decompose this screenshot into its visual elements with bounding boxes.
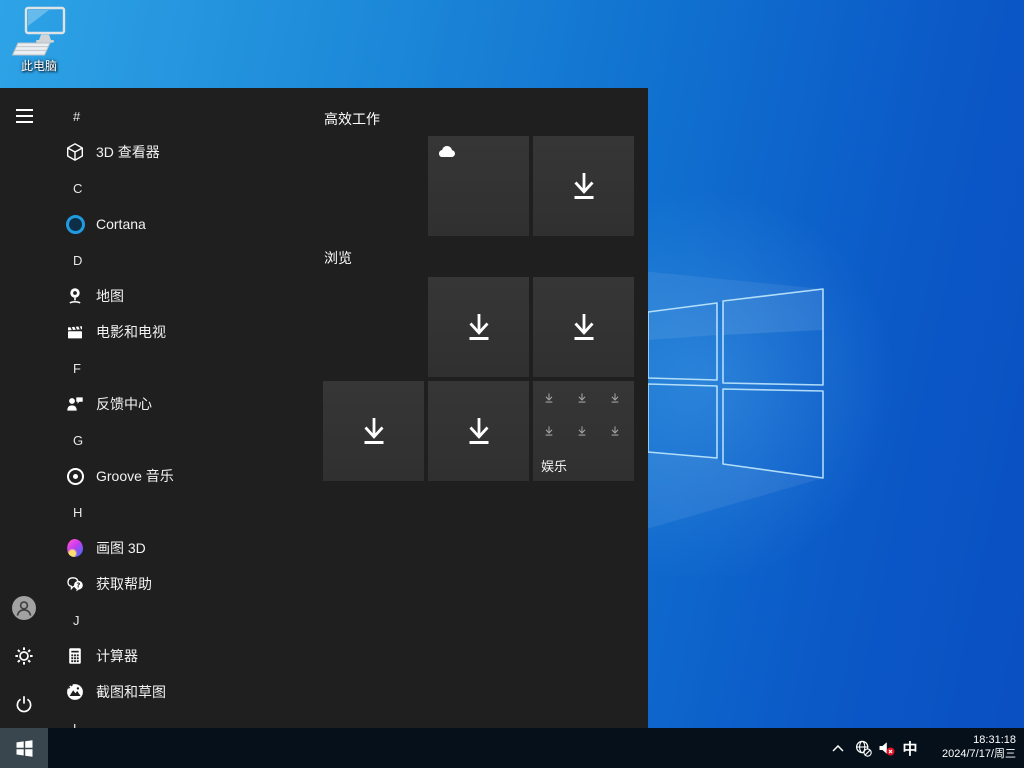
- app-item-movies-tv[interactable]: 电影和电视: [48, 314, 318, 350]
- tile-folder-entertainment[interactable]: 娱乐: [533, 381, 634, 481]
- volume-button[interactable]: [875, 728, 897, 768]
- onedrive-cloud-icon: [436, 143, 458, 165]
- app-item-cortana[interactable]: Cortana: [48, 206, 318, 242]
- volume-muted-icon: [878, 740, 895, 757]
- section-letter[interactable]: J: [73, 602, 133, 638]
- app-item-snip-sketch[interactable]: 截图和草图: [48, 674, 318, 710]
- settings-button[interactable]: [0, 632, 48, 680]
- this-pc-desktop-icon[interactable]: 此电脑: [8, 6, 70, 74]
- power-button[interactable]: [0, 680, 48, 728]
- start-button[interactable]: [0, 728, 48, 768]
- download-arrow-icon: [462, 414, 496, 448]
- desktop: 此电脑: [0, 0, 1024, 768]
- download-arrow-icon: [543, 425, 555, 437]
- download-arrow-icon: [357, 414, 391, 448]
- section-letter[interactable]: C: [73, 170, 133, 206]
- chevron-up-icon: [832, 745, 844, 752]
- app-label: 获取帮助: [96, 574, 152, 594]
- app-item-paint-3d[interactable]: 画图 3D: [48, 530, 318, 566]
- download-arrow-icon: [609, 392, 621, 404]
- tile-onedrive-pending[interactable]: [428, 136, 529, 236]
- tile-pending-download[interactable]: [428, 277, 529, 377]
- app-label: 地图: [96, 286, 124, 306]
- ime-indicator[interactable]: 中: [898, 728, 922, 768]
- feedback-hub-icon: [65, 394, 85, 414]
- section-letter[interactable]: H: [73, 494, 133, 530]
- download-arrow-icon: [576, 392, 588, 404]
- svg-text:?: ?: [76, 582, 80, 590]
- folder-tile-label: 娱乐: [541, 456, 567, 475]
- app-label: Cortana: [96, 216, 146, 232]
- app-item-groove-music[interactable]: Groove 音乐: [48, 458, 318, 494]
- snip-sketch-icon: [65, 682, 85, 702]
- clock-time: 18:31:18: [924, 733, 1016, 747]
- app-item-maps[interactable]: 地图: [48, 278, 318, 314]
- app-label: 截图和草图: [96, 682, 166, 702]
- maps-icon: [65, 286, 85, 306]
- 3d-viewer-icon: [65, 142, 85, 162]
- power-icon: [14, 694, 34, 714]
- app-label: 3D 查看器: [96, 142, 160, 162]
- tile-pending-download[interactable]: [323, 381, 424, 481]
- gear-icon: [14, 646, 34, 666]
- tile-pending-download[interactable]: [533, 136, 634, 236]
- app-label: 反馈中心: [96, 394, 152, 414]
- tile-pending-download[interactable]: [428, 381, 529, 481]
- tile-group-title-productivity[interactable]: 高效工作: [324, 109, 380, 129]
- app-label: 计算器: [96, 646, 138, 666]
- section-letter[interactable]: #: [73, 98, 133, 134]
- tile-pending-download[interactable]: [533, 277, 634, 377]
- app-item-3d-viewer[interactable]: 3D 查看器: [48, 134, 318, 170]
- ime-chinese-label: 中: [902, 738, 917, 759]
- section-letter[interactable]: F: [73, 350, 133, 386]
- clock-date: 2024/7/17/周三: [924, 747, 1016, 761]
- download-arrow-icon: [462, 310, 496, 344]
- download-arrow-icon: [576, 425, 588, 437]
- taskbar-clock[interactable]: 18:31:18 2024/7/17/周三: [924, 728, 1024, 768]
- hamburger-icon: [16, 105, 33, 127]
- start-menu-panel: # 3D 查看器 C Cortana D 地图: [0, 88, 648, 728]
- network-no-internet-icon: [855, 740, 872, 757]
- section-letter[interactable]: G: [73, 422, 133, 458]
- download-arrow-icon: [567, 169, 601, 203]
- app-item-calculator[interactable]: 计算器: [48, 638, 318, 674]
- movies-tv-icon: [65, 322, 85, 342]
- download-arrow-icon: [543, 392, 555, 404]
- calculator-icon: [65, 646, 85, 666]
- tile-group-title-explore[interactable]: 浏览: [324, 248, 352, 268]
- app-item-get-help[interactable]: ? 获取帮助: [48, 566, 318, 602]
- network-status-button[interactable]: [852, 728, 874, 768]
- this-pc-computer-icon: [11, 6, 67, 56]
- this-pc-label: 此电脑: [8, 57, 70, 74]
- get-help-icon: ?: [65, 574, 85, 594]
- download-arrow-icon: [609, 425, 621, 437]
- groove-music-icon: [65, 466, 85, 486]
- menu-button[interactable]: [0, 92, 48, 140]
- app-label: 电影和电视: [96, 322, 166, 342]
- taskbar: 中 18:31:18 2024/7/17/周三: [0, 728, 1024, 768]
- cortana-icon: [65, 214, 85, 234]
- section-letter[interactable]: D: [73, 242, 133, 278]
- app-item-feedback-hub[interactable]: 反馈中心: [48, 386, 318, 422]
- app-label: Groove 音乐: [96, 466, 174, 486]
- user-avatar-icon: [12, 596, 36, 620]
- windows-logo-icon: [16, 740, 33, 757]
- app-label: 画图 3D: [96, 538, 146, 558]
- download-arrow-icon: [567, 310, 601, 344]
- hidden-icons-chevron[interactable]: [828, 728, 848, 768]
- section-letter-partial[interactable]: L: [73, 710, 133, 728]
- paint-3d-icon: [65, 538, 85, 558]
- user-account-button[interactable]: [0, 584, 48, 632]
